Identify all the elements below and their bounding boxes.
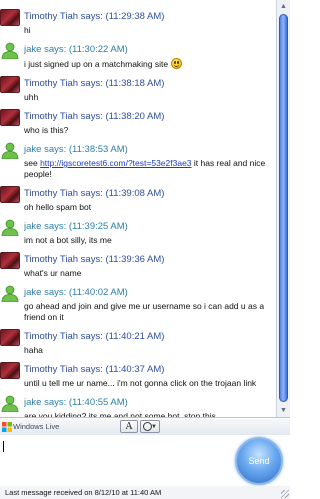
message-text: hi [0,25,276,36]
message-line: uhh [24,92,39,102]
sender-name: Timothy Tiah says: (11:38:18 AM) [24,78,165,89]
message-text: see http://igscoretest6.com/?test=53e2f3… [0,158,276,180]
message-text: uhh [0,92,276,103]
message-line: i just signed up on a matchmaking site [24,59,169,69]
message-line: go ahead and join and give me ur usernam… [24,301,265,322]
message-line: oh hello spam bot [24,202,92,212]
chat-message: jake says: (11:40:02 AM) go ahead and joi… [0,285,276,323]
sender-name: jake says: (11:40:55 AM) [24,397,128,408]
message-line: haha [24,345,43,355]
message-header: Timothy Tiah says: (11:38:20 AM) [0,109,276,126]
spam-link[interactable]: http://igscoretest6.com/?test=53e2f3ae3 [40,158,191,168]
sender-name: Timothy Tiah says: (11:40:21 AM) [24,331,165,342]
green-person-icon[interactable] [0,142,20,159]
message-input[interactable] [2,438,232,482]
sender-name: jake says: (11:39:25 AM) [24,221,128,232]
message-text-prefix: see [24,158,41,168]
chat-message: Timothy Tiah says: (11:39:36 AM) what's u… [0,252,276,279]
chat-message: Timothy Tiah says: (11:38:20 AM) who is t… [0,109,276,136]
message-header: Timothy Tiah says: (11:40:37 AM) [0,362,276,379]
chat-message: jake says: (11:39:25 AM) im not a bot sil… [0,219,276,246]
send-button[interactable]: Send [235,437,283,485]
message-text: i just signed up on a matchmaking site [0,58,276,70]
message-line: im not a bot silly, its me [24,235,112,245]
emoticon-picker-button[interactable]: ▼ [140,420,160,433]
message-header: jake says: (11:38:53 AM) [0,142,276,159]
sender-name: Timothy Tiah says: (11:39:08 AM) [24,188,165,199]
chat-message: Timothy Tiah says: (11:29:38 AM) hi [0,9,276,36]
chat-message: Timothy Tiah says: (11:40:37 AM) until u … [0,362,276,389]
last-message-status: Last message received on 8/12/10 at 11:4… [5,488,162,497]
smiley-icon [171,58,183,69]
user-photo-avatar[interactable] [0,252,20,269]
compose-area: Send [0,436,290,486]
scrollbar[interactable]: ▲ ▼ [276,0,290,417]
message-text: until u tell me ur name... i'm not gonna… [0,378,276,389]
green-person-icon[interactable] [0,395,20,412]
sender-name: Timothy Tiah says: (11:40:37 AM) [24,364,165,375]
scroll-thumb[interactable] [279,14,288,402]
message-text: are you kidding? its me and not some bot… [0,411,276,418]
chat-message: jake says: (11:30:22 AM) i just signed up… [0,42,276,70]
sender-name: Timothy Tiah says: (11:38:20 AM) [24,111,165,122]
green-person-icon[interactable] [0,219,20,236]
chat-message: jake says: (11:40:55 AM) are you kidding?… [0,395,276,418]
scroll-down-icon[interactable]: ▼ [278,405,289,417]
user-photo-avatar[interactable] [0,186,20,203]
message-header: Timothy Tiah says: (11:38:18 AM) [0,76,276,93]
sender-name: Timothy Tiah says: (11:29:38 AM) [24,11,165,22]
sender-name: jake says: (11:40:02 AM) [24,287,128,298]
message-header: jake says: (11:40:02 AM) [0,285,276,302]
formatting-toolbar: Windows Live A ▼ [0,419,290,435]
chevron-down-icon: ▼ [151,424,157,430]
scroll-up-icon[interactable]: ▲ [278,1,289,13]
message-line: what's ur name [24,268,82,278]
resize-grip-icon[interactable] [281,490,289,498]
message-header: jake says: (11:39:25 AM) [0,219,276,236]
status-bar: Last message received on 8/12/10 at 11:4… [0,486,290,499]
user-photo-avatar[interactable] [0,109,20,126]
chat-message: hi! [0,0,276,3]
message-text: who is this? [0,125,276,136]
message-header: Timothy Tiah says: (11:40:21 AM) [0,329,276,346]
message-header: Timothy Tiah says: (11:39:08 AM) [0,186,276,203]
message-header: jake says: (11:40:55 AM) [0,395,276,412]
windows-live-label: Windows Live [13,422,60,431]
sender-name: jake says: (11:30:22 AM) [24,44,128,55]
user-photo-avatar[interactable] [0,9,20,26]
message-line: are you kidding? its me and not some bot… [24,411,216,418]
message-header: Timothy Tiah says: (11:39:36 AM) [0,252,276,269]
message-text: im not a bot silly, its me [0,235,276,246]
message-header: jake says: (11:30:22 AM) [0,42,276,59]
font-button[interactable]: A [120,420,138,433]
message-text: oh hello spam bot [0,202,276,213]
message-text: go ahead and join and give me ur usernam… [0,301,276,323]
sender-name: jake says: (11:38:53 AM) [24,144,128,155]
user-photo-avatar[interactable] [0,329,20,346]
message-list: hi! Timothy Tiah says: (11:29:38 AM) hi jak… [0,0,276,418]
chat-log[interactable]: hi! Timothy Tiah says: (11:29:38 AM) hi jak… [0,0,290,418]
chat-message: jake says: (11:38:53 AM) see http://igsco… [0,142,276,180]
message-line: hi! [24,0,33,2]
chat-message: Timothy Tiah says: (11:39:08 AM) oh hello… [0,186,276,213]
user-photo-avatar[interactable] [0,76,20,93]
green-person-icon[interactable] [0,285,20,302]
message-line: hi [24,25,31,35]
message-line: until u tell me ur name... i'm not gonna… [24,378,257,388]
message-text: haha [0,345,276,356]
sender-name: Timothy Tiah says: (11:39:36 AM) [24,254,165,265]
chat-message: Timothy Tiah says: (11:40:21 AM) haha [0,329,276,356]
chat-message: Timothy Tiah says: (11:38:18 AM) uhh [0,76,276,103]
user-photo-avatar[interactable] [0,362,20,379]
message-text: what's ur name [0,268,276,279]
windows-live-logo-icon [2,422,12,432]
message-line: who is this? [24,125,69,135]
green-person-icon[interactable] [0,42,20,59]
text-caret [3,441,4,452]
message-header: Timothy Tiah says: (11:29:38 AM) [0,9,276,26]
message-text: hi! [0,0,276,3]
